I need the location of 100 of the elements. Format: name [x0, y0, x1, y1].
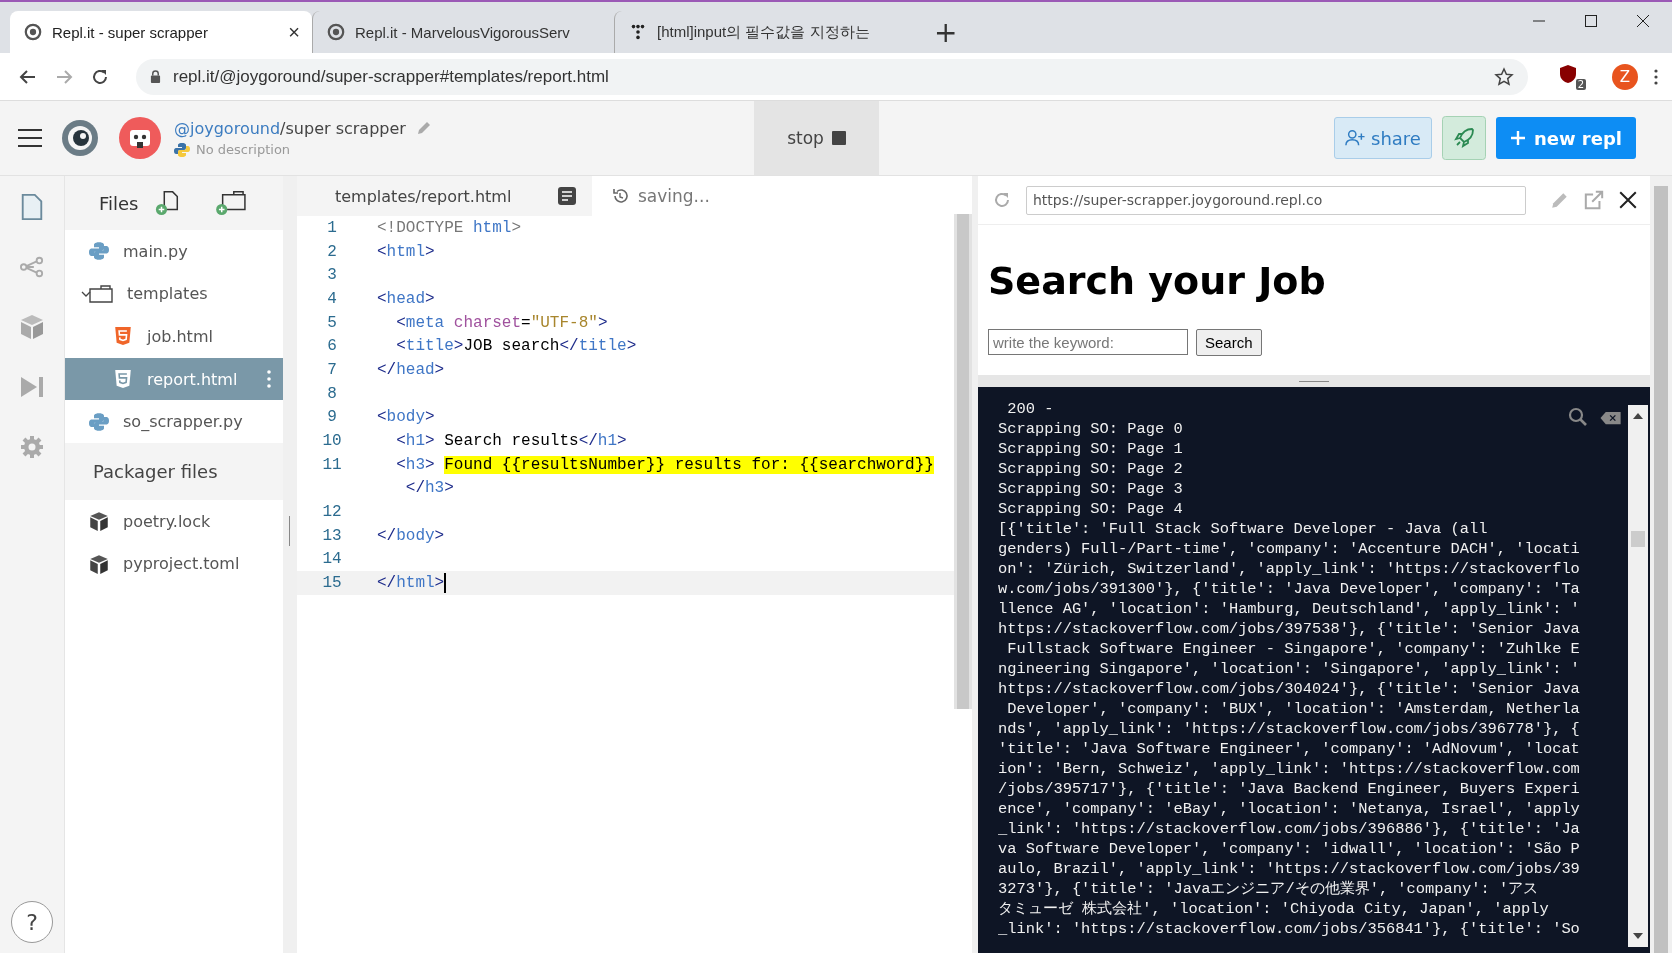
more-icon[interactable]	[1654, 68, 1658, 85]
stop-button[interactable]: stop	[754, 101, 879, 175]
scroll-down-icon[interactable]	[1633, 933, 1643, 939]
add-file-icon[interactable]	[154, 190, 181, 216]
pencil-icon[interactable]	[415, 120, 432, 136]
console-line: Scrapping SO: Page 2	[998, 459, 1183, 479]
code-line: <title>JOB search</title>	[395, 337, 637, 356]
line-number: 12	[321, 503, 343, 522]
swirl-logo-icon[interactable]	[60, 118, 100, 158]
console-line: [{'title': 'Full Stack Software Developer - Java (all	[998, 519, 1488, 539]
step-forward-icon[interactable]	[20, 374, 44, 400]
external-link-icon[interactable]	[1584, 190, 1604, 210]
address-field[interactable]: repl.it/@joygoround/super-scrapper#templates/report.html	[136, 58, 1528, 95]
file-icon[interactable]	[20, 194, 44, 220]
maximize-icon[interactable]	[1584, 14, 1598, 28]
console-line: Scrapping SO: Page 0	[998, 419, 1183, 439]
save-status: saving...	[638, 186, 710, 206]
cube-icon[interactable]	[20, 314, 44, 340]
file-item[interactable]: pyproject.toml	[65, 542, 283, 586]
close-icon[interactable]	[1636, 14, 1650, 28]
search-icon[interactable]	[1568, 407, 1588, 427]
url-field[interactable]: https://super-scrapper.joygoround.repl.co	[1026, 185, 1526, 215]
profile-avatar[interactable]: Z	[1612, 63, 1638, 90]
browser-tab[interactable]: [html]input의 필수값을 지정하는	[614, 11, 916, 53]
keyword-field[interactable]: write the keyword:	[988, 329, 1188, 355]
line-number: 8	[326, 384, 338, 403]
repl-description: No description	[196, 142, 291, 157]
console-line: 200 -	[1006, 399, 1054, 419]
editor-tab[interactable]: templates/report.html	[297, 176, 592, 216]
stop-square-icon	[831, 131, 846, 145]
console-line: ence', 'company': 'eBay', 'location': 'Netanya, Israel', 'apply	[998, 799, 1580, 819]
tab-title: [html]input의 필수값을 지정하는	[657, 22, 871, 42]
console-line: https://stackoverflow.com/jobs/304024'}, {'title': 'Senior Java	[998, 679, 1580, 699]
file-item[interactable]: so_scrapper.py	[65, 400, 283, 443]
code-line: <h1> Search results</h1>	[395, 432, 627, 451]
console-line: https://stackoverflow.com/jobs/397538'}, {'title': 'Senior Java	[998, 619, 1580, 639]
scrollbar[interactable]	[1650, 176, 1672, 953]
code-line: <head>	[377, 289, 435, 308]
owner-link[interactable]: @joygoround	[174, 118, 281, 138]
python-logo-icon	[89, 241, 109, 262]
close-icon[interactable]	[1618, 190, 1638, 210]
scrollbar-thumb[interactable]	[1631, 531, 1645, 547]
html5-icon	[113, 369, 133, 390]
line-number: 4	[326, 289, 338, 308]
code-line: </head>	[377, 360, 445, 379]
browser-tab[interactable]: Repl.it - super scrapper ×	[10, 11, 312, 53]
tab-title: Repl.it - super scrapper	[52, 23, 209, 41]
close-icon[interactable]: ×	[288, 20, 300, 44]
browser-tab[interactable]: Repl.it - MarvelousVigorousServ	[312, 11, 614, 53]
lock-icon	[150, 70, 161, 83]
line-number: 6	[326, 337, 338, 356]
scroll-up-icon[interactable]	[1633, 413, 1643, 419]
robot-avatar-icon[interactable]	[118, 116, 162, 160]
line-number: 2	[326, 242, 338, 261]
console-line: Scrapping SO: Page 1	[998, 439, 1183, 459]
help-button[interactable]: ?	[11, 901, 53, 943]
settings-icon[interactable]	[20, 434, 44, 460]
code-line: <h3> Found {{resultsNumber}} results for: {{searchword}}	[395, 455, 934, 474]
format-icon[interactable]	[558, 187, 576, 205]
console-line: ngineering Singapore', 'location': 'Singapore', 'apply_link': '	[998, 659, 1580, 679]
code-line: <!DOCTYPE html>	[377, 218, 522, 237]
code-line: <html>	[377, 242, 435, 261]
html5-icon	[113, 326, 133, 347]
search-button[interactable]: Search	[1196, 329, 1262, 356]
menu-icon[interactable]	[18, 129, 42, 147]
file-item[interactable]: templates	[65, 272, 283, 316]
console-line: Scrapping SO: Page 4	[998, 499, 1183, 519]
cube-icon	[89, 553, 109, 574]
line-number: 5	[326, 313, 338, 332]
line-number: 13	[321, 526, 343, 545]
share-nodes-icon[interactable]	[20, 254, 44, 280]
scrollbar-thumb[interactable]	[1654, 186, 1668, 953]
plus-icon	[1509, 130, 1526, 146]
file-item[interactable]: poetry.lock	[65, 499, 283, 543]
add-folder-icon[interactable]	[214, 190, 247, 216]
python-logo-icon	[174, 141, 190, 158]
tab-title: Repl.it - MarvelousVigorousServ	[355, 23, 571, 41]
console-line: Scrapping SO: Page 3	[998, 479, 1183, 499]
file-item[interactable]: job.html	[65, 315, 283, 358]
folder-icon	[89, 283, 113, 304]
code-line: <body>	[377, 408, 435, 427]
python-logo-icon	[89, 411, 109, 432]
console-line: llence AG', 'location': 'Hamburg, Deutschland', 'apply_link': '	[998, 599, 1580, 619]
console-line: va Software Developer', 'company': 'idwall', 'location': 'São P	[998, 839, 1580, 859]
rocket-icon[interactable]	[1441, 116, 1486, 160]
console-line: on': 'Zürich, Switzerland', 'apply_link': 'https://stackoverflo	[998, 559, 1580, 579]
new-tab-button[interactable]: +	[934, 19, 958, 47]
file-item[interactable]: main.py	[65, 230, 283, 273]
add-user-icon	[1345, 129, 1366, 147]
cube-icon	[89, 511, 109, 532]
line-number: 3	[326, 266, 338, 285]
scrollbar[interactable]	[1628, 405, 1648, 947]
console-line: タミューゼ 株式会社', 'location': 'Chiyoda City, Japan', 'apply	[998, 899, 1549, 919]
history-icon	[612, 187, 630, 205]
section-title: Packager files	[93, 460, 218, 482]
share-button[interactable]: share	[1334, 117, 1432, 159]
swirl-logo-icon	[327, 23, 345, 41]
clear-icon[interactable]	[1600, 411, 1622, 425]
line-number: 9	[326, 408, 338, 427]
star-icon[interactable]	[1494, 66, 1514, 87]
